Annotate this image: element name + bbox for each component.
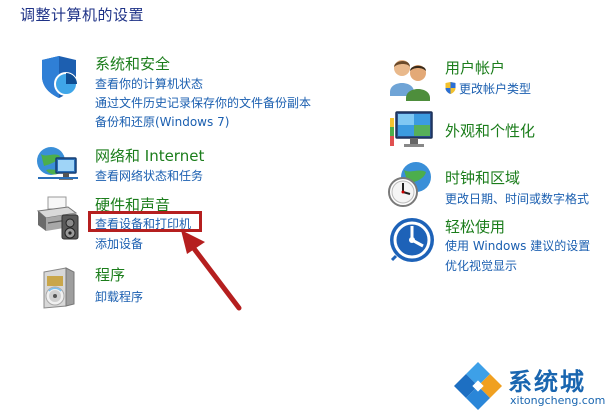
- category-title-clock-region[interactable]: 时钟和区域: [445, 167, 520, 188]
- category-title-ease-of-access[interactable]: 轻松使用: [445, 216, 505, 237]
- link-add-device[interactable]: 添加设备: [95, 235, 143, 252]
- category-title-system-security[interactable]: 系统和安全: [95, 53, 170, 74]
- category-title-programs[interactable]: 程序: [95, 264, 125, 285]
- link-windows-recommended-settings[interactable]: 使用 Windows 建议的设置: [445, 237, 590, 254]
- programs-icon[interactable]: [38, 264, 84, 310]
- annotation-arrow-icon: [181, 230, 242, 311]
- page-title: 调整计算机的设置: [20, 6, 145, 24]
- users-icon[interactable]: [388, 56, 434, 102]
- category-title-user-accounts[interactable]: 用户帐户: [445, 57, 505, 78]
- watermark-url: xitongcheng.com: [510, 394, 606, 407]
- category-title-appearance[interactable]: 外观和个性化: [445, 120, 535, 141]
- clock-globe-icon[interactable]: [386, 160, 436, 210]
- link-backup-restore[interactable]: 备份和还原(Windows 7): [95, 113, 229, 130]
- watermark-name: 系统城: [508, 368, 586, 396]
- link-optimize-visual-display[interactable]: 优化视觉显示: [445, 257, 517, 274]
- uac-shield-icon: [445, 82, 456, 94]
- printer-icon[interactable]: [34, 193, 84, 243]
- link-view-computer-status[interactable]: 查看你的计算机状态: [95, 75, 203, 92]
- link-change-account-type-label: 更改帐户类型: [459, 82, 532, 96]
- link-change-date-time-format[interactable]: 更改日期、时间或数字格式: [445, 190, 589, 207]
- link-uninstall-program[interactable]: 卸载程序: [95, 288, 143, 305]
- category-title-network-internet[interactable]: 网络和 Internet: [95, 145, 204, 166]
- link-network-status-tasks[interactable]: 查看网络状态和任务: [95, 167, 203, 184]
- link-file-history-backup[interactable]: 通过文件历史记录保存你的文件备份副本: [95, 94, 311, 111]
- shield-icon[interactable]: [36, 54, 82, 100]
- network-globe-icon[interactable]: [34, 140, 80, 186]
- ease-of-access-icon[interactable]: [388, 216, 436, 264]
- link-change-account-type[interactable]: 更改帐户类型: [445, 80, 531, 97]
- monitor-personalize-icon[interactable]: [388, 106, 438, 156]
- watermark-logo-icon: [454, 362, 502, 410]
